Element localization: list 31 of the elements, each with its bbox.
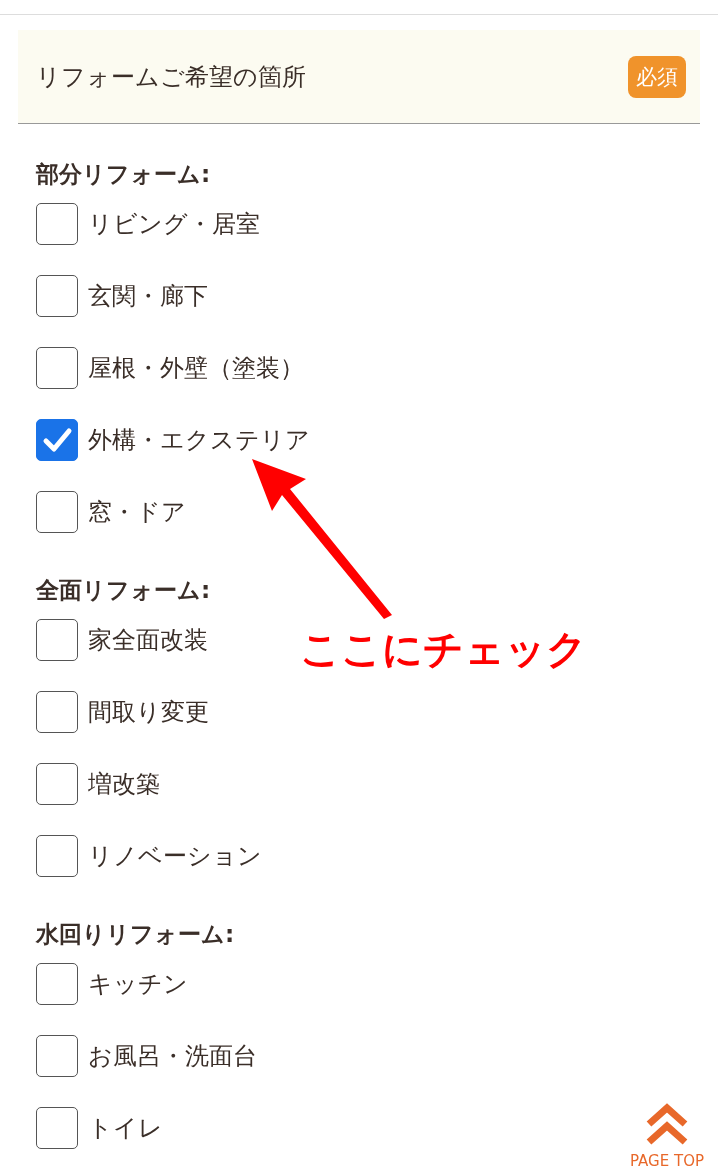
checkbox[interactable] [36,275,78,317]
checkbox[interactable] [36,491,78,533]
annotation-text: ここにチェック [300,625,587,674]
checkbox[interactable] [36,1035,78,1077]
option-label[interactable]: お風呂・洗面台 [88,1040,257,1072]
checkbox[interactable] [36,763,78,805]
option-label[interactable]: キッチン [88,968,188,1000]
group-heading: 部分リフォーム: [36,160,212,189]
checkbox[interactable] [36,347,78,389]
option-label[interactable]: 家全面改装 [88,624,208,656]
option-label[interactable]: リノベーション [88,840,262,872]
option-label[interactable]: 増改築 [88,768,160,800]
option-label[interactable]: 間取り変更 [88,696,209,728]
required-badge: 必須 [628,55,686,98]
option-label[interactable]: リビング・居室 [88,208,260,240]
checkbox[interactable] [36,963,78,1005]
double-chevron-up-icon [645,1102,689,1146]
option-label[interactable]: 外構・エクステリア [88,424,310,456]
option-label[interactable]: 窓・ドア [88,496,186,528]
group-heading: 全面リフォーム: [36,576,212,605]
group-heading: 水回りリフォーム: [36,920,236,949]
option-label[interactable]: 屋根・外壁（塗装） [88,352,304,384]
checkbox[interactable] [36,1107,78,1149]
checkbox[interactable] [36,619,78,661]
checkbox[interactable] [36,691,78,733]
checkbox[interactable] [36,203,78,245]
section-title: リフォームご希望の箇所 [36,61,306,93]
option-label[interactable]: トイレ [88,1112,163,1144]
option-label[interactable]: 玄関・廊下 [88,280,208,312]
checkbox[interactable] [36,419,78,461]
checkbox[interactable] [36,835,78,877]
